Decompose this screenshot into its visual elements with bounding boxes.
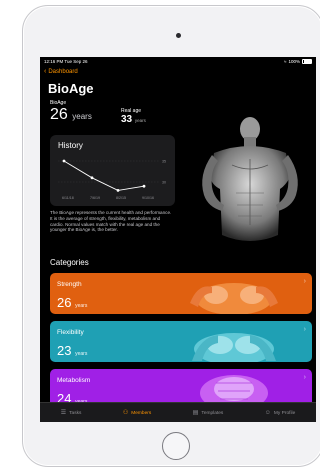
history-date: 9/10/16 bbox=[142, 196, 154, 200]
category-name: Strength bbox=[57, 281, 82, 288]
home-button[interactable] bbox=[162, 432, 190, 460]
tab-label: Members bbox=[131, 410, 152, 416]
status-bar: 12:16 PM Tue Sep 26 ≈ 100% bbox=[40, 57, 316, 66]
category-card-strength[interactable]: Strength 26 years › bbox=[50, 273, 312, 314]
history-y-tick: 30 bbox=[162, 181, 166, 185]
wifi-icon: ≈ bbox=[284, 59, 287, 64]
page-title: BioAge bbox=[48, 81, 94, 96]
history-line bbox=[63, 160, 145, 191]
back-button[interactable]: ‹ Dashboard bbox=[44, 68, 78, 75]
strength-figure bbox=[190, 283, 278, 314]
category-name: Metabolism bbox=[57, 377, 91, 384]
app-screen: 12:16 PM Tue Sep 26 ≈ 100% ‹ Dashboard B… bbox=[40, 57, 316, 422]
category-unit: years bbox=[75, 351, 88, 357]
templates-icon: ▤ bbox=[192, 410, 199, 416]
history-date: 6/11/18 bbox=[62, 196, 74, 200]
battery-percent: 100% bbox=[288, 59, 300, 64]
back-label: Dashboard bbox=[48, 68, 78, 75]
bioage-value-block: 26 years bbox=[50, 106, 92, 124]
tab-tasks[interactable]: ☰ Tasks bbox=[61, 410, 82, 416]
history-point bbox=[90, 176, 94, 180]
front-camera bbox=[176, 33, 181, 38]
profile-icon: ☺ bbox=[264, 410, 271, 416]
tab-members[interactable]: ⚇ Members bbox=[123, 410, 151, 416]
categories-heading: Categories bbox=[50, 258, 89, 267]
athlete-figure bbox=[202, 117, 298, 241]
real-age-unit: years bbox=[134, 118, 146, 123]
category-value-block: 26 years bbox=[57, 295, 87, 310]
tab-label: Tasks bbox=[69, 410, 82, 416]
tab-label: Templates bbox=[201, 410, 224, 416]
tab-templates[interactable]: ▤ Templates bbox=[193, 410, 224, 416]
history-point bbox=[142, 184, 146, 188]
chevron-right-icon: › bbox=[303, 278, 306, 285]
history-y-tick: 35 bbox=[162, 160, 166, 164]
real-age-value-block: 33 years bbox=[121, 114, 146, 125]
category-value-block: 23 years bbox=[57, 343, 87, 358]
status-time: 12:16 PM Tue Sep 26 bbox=[44, 59, 88, 64]
battery-icon bbox=[302, 58, 312, 65]
history-point bbox=[116, 189, 120, 192]
tab-my-profile[interactable]: ☺ My Profile bbox=[265, 410, 295, 416]
bioage-unit: years bbox=[72, 112, 92, 121]
category-unit: years bbox=[75, 303, 88, 309]
chevron-right-icon: › bbox=[303, 326, 306, 333]
list-icon: ☰ bbox=[60, 410, 67, 416]
tab-label: My Profile bbox=[273, 410, 296, 416]
chevron-right-icon: › bbox=[303, 374, 306, 381]
flexibility-figure bbox=[192, 333, 276, 362]
category-name: Flexibility bbox=[57, 329, 84, 336]
tab-bar: ☰ Tasks ⚇ Members ▤ Templates ☺ My Profi… bbox=[40, 402, 316, 422]
history-chart: 35 30 6/11/18 7/6/19 8/2/15 9/10/16 bbox=[58, 159, 166, 200]
chevron-left-icon: ‹ bbox=[44, 68, 47, 75]
bioage-description: The BioAge represents the current health… bbox=[50, 210, 172, 233]
category-value: 26 bbox=[57, 295, 72, 310]
members-icon: ⚇ bbox=[122, 410, 129, 416]
history-date: 7/6/19 bbox=[90, 196, 100, 200]
category-card-flexibility[interactable]: Flexibility 23 years › bbox=[50, 321, 312, 362]
history-point bbox=[62, 159, 66, 163]
history-card[interactable]: History 35 30 6/11/18 7/6/19 8/2/15 9/10… bbox=[50, 135, 175, 206]
category-value: 23 bbox=[57, 343, 72, 358]
bioage-value: 26 bbox=[50, 106, 68, 123]
real-age-value: 33 bbox=[121, 114, 133, 125]
history-date: 8/2/15 bbox=[116, 196, 126, 200]
